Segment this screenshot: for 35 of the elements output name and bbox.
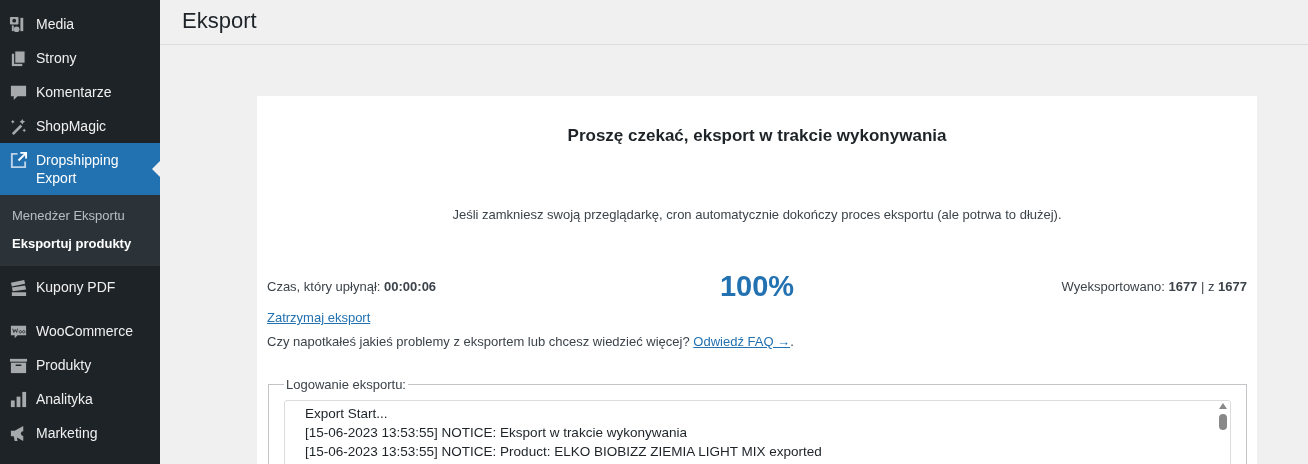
external-link-icon: [9, 151, 28, 170]
log-textarea[interactable]: Export Start... [15-06-2023 13:53:55] NOTICE: Eksport w trakcie wykonywania [15-06-2023 13:53:55] NOTICE: Product: ELKO BIOBIZZ ZIEMIA LIGHT MIX exported: [284, 400, 1231, 464]
archive-icon: [9, 356, 28, 375]
submenu-item[interactable]: Menedżer Eksportu: [0, 202, 160, 230]
wand-icon: [9, 117, 28, 136]
progress-percent: 100%: [719, 270, 795, 303]
submenu-item[interactable]: Eksportuj produkty: [0, 230, 160, 258]
tickets-icon: [9, 278, 28, 297]
elapsed-time: Czas, który upłynął: 00:00:06: [267, 279, 438, 294]
stop-export-link[interactable]: Zatrzymaj eksport: [267, 310, 371, 325]
log-legend: Logowanie eksportu:: [284, 377, 408, 392]
menu-item[interactable]: Dropshipping Export: [0, 143, 160, 195]
log-line: Export Start...: [305, 405, 389, 423]
pages-icon: [9, 49, 28, 68]
exported-count: Wyeksportowano: 1677 | z 1677: [1060, 279, 1247, 294]
bar-chart-icon: [9, 390, 28, 409]
faq-period: .: [790, 334, 794, 349]
comment-icon: [9, 83, 28, 102]
faq-question: Czy napotkałeś jakieś problemy z eksportem lub chcesz wiedzieć więcej?: [267, 334, 690, 349]
notice-text: Jeśli zamkniesz swoją przeglądarkę, cron automatycznie dokończy proces eksportu (ale potrwa to dłużej).: [451, 207, 1063, 222]
menu-item[interactable]: Produkty: [0, 348, 160, 382]
scrollbar[interactable]: [1218, 403, 1228, 430]
log-line: [15-06-2023 13:53:55] NOTICE: Product: ELKO BIOBIZZ ZIEMIA LIGHT MIX exported: [305, 443, 823, 461]
faq-link[interactable]: Odwiedź FAQ →: [693, 334, 791, 349]
menu-item[interactable]: Komentarze: [0, 75, 160, 109]
page-title: Eksport: [182, 7, 257, 35]
menu-item[interactable]: Media: [0, 7, 160, 41]
menu-item[interactable]: Strony: [0, 41, 160, 75]
menu-item[interactable]: WooCommerce: [0, 314, 160, 348]
log-line: [15-06-2023 13:53:55] NOTICE: Eksport w trakcie wykonywania: [305, 424, 688, 442]
menu-item[interactable]: ShopMagic: [0, 109, 160, 143]
menu-item[interactable]: Marketing: [0, 416, 160, 450]
menu-item[interactable]: Kupony PDF: [0, 270, 160, 304]
menu-item[interactable]: Analityka: [0, 382, 160, 416]
export-heading: Proszę czekać, eksport w trakcie wykonywania: [566, 126, 948, 146]
